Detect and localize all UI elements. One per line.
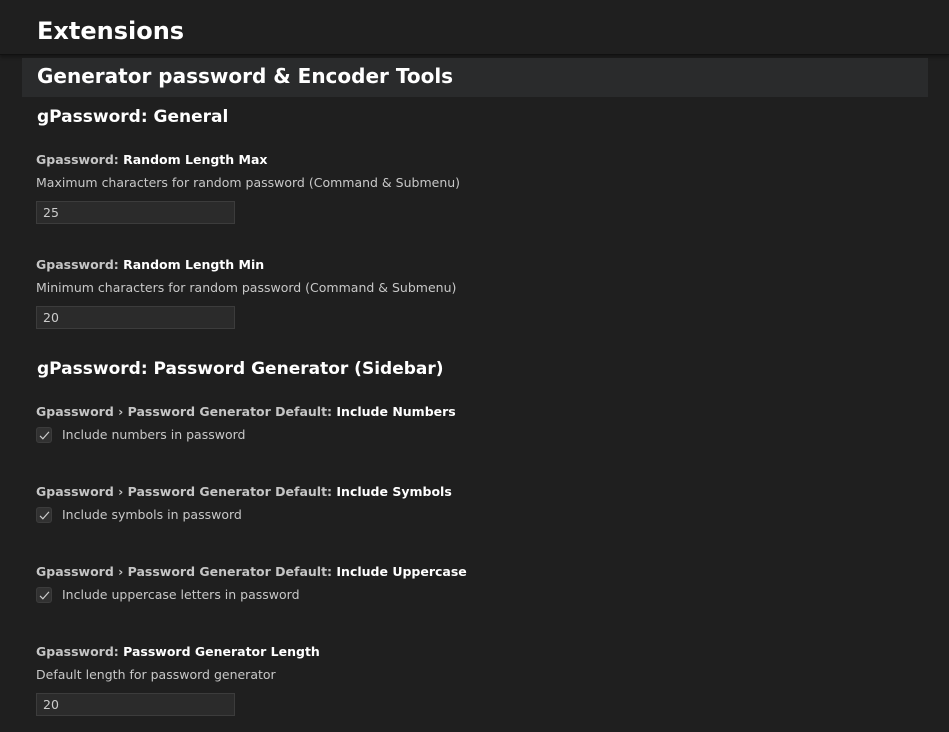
include-uppercase-checkbox[interactable] xyxy=(36,587,52,603)
extension-section-header: Generator password & Encoder Tools xyxy=(22,58,928,97)
setting-description-password-generator-length: Default length for password generator xyxy=(36,667,276,682)
setting-title-include-numbers: Gpassword › Password Generator Default: … xyxy=(36,403,456,421)
password-generator-length-input[interactable] xyxy=(36,693,235,716)
setting-category: Gpassword: xyxy=(36,644,124,659)
setting-title-random-length-max: Gpassword: Random Length Max xyxy=(36,151,267,169)
page-title: Extensions xyxy=(37,17,185,45)
setting-category: Gpassword: xyxy=(36,152,124,167)
setting-description-random-length-min: Minimum characters for random password (… xyxy=(36,280,457,295)
random-length-min-input[interactable] xyxy=(36,306,235,329)
extension-section-title: Generator password & Encoder Tools xyxy=(37,64,454,88)
settings-header: Extensions xyxy=(0,0,949,55)
setting-title-password-generator-length: Gpassword: Password Generator Length xyxy=(36,643,320,661)
include-numbers-checkbox[interactable] xyxy=(36,427,52,443)
include-symbols-label[interactable]: Include symbols in password xyxy=(62,506,242,524)
setting-key: Password Generator Length xyxy=(123,644,320,659)
setting-title-include-uppercase: Gpassword › Password Generator Default: … xyxy=(36,563,467,581)
settings-page: Extensions Generator password & Encoder … xyxy=(0,0,949,732)
setting-title-random-length-min: Gpassword: Random Length Min xyxy=(36,256,264,274)
setting-category: Gpassword › Password Generator Default: xyxy=(36,404,337,419)
group-title-password-generator: gPassword: Password Generator (Sidebar) xyxy=(37,359,444,379)
setting-category: Gpassword › Password Generator Default: xyxy=(36,564,337,579)
setting-key: Include Uppercase xyxy=(336,564,467,579)
check-icon xyxy=(39,511,50,520)
setting-key: Include Numbers xyxy=(336,404,456,419)
setting-category: Gpassword: xyxy=(36,257,124,272)
group-title-general: gPassword: General xyxy=(37,107,229,127)
check-icon xyxy=(39,431,50,440)
setting-description-random-length-max: Maximum characters for random password (… xyxy=(36,175,461,190)
setting-title-include-symbols: Gpassword › Password Generator Default: … xyxy=(36,483,452,501)
include-symbols-checkbox[interactable] xyxy=(36,507,52,523)
check-icon xyxy=(39,591,50,600)
random-length-max-input[interactable] xyxy=(36,201,235,224)
setting-key: Random Length Min xyxy=(123,257,265,272)
include-numbers-label[interactable]: Include numbers in password xyxy=(62,426,245,444)
include-uppercase-label[interactable]: Include uppercase letters in password xyxy=(62,586,300,604)
setting-category: Gpassword › Password Generator Default: xyxy=(36,484,337,499)
setting-key: Random Length Max xyxy=(123,152,268,167)
setting-key: Include Symbols xyxy=(336,484,452,499)
